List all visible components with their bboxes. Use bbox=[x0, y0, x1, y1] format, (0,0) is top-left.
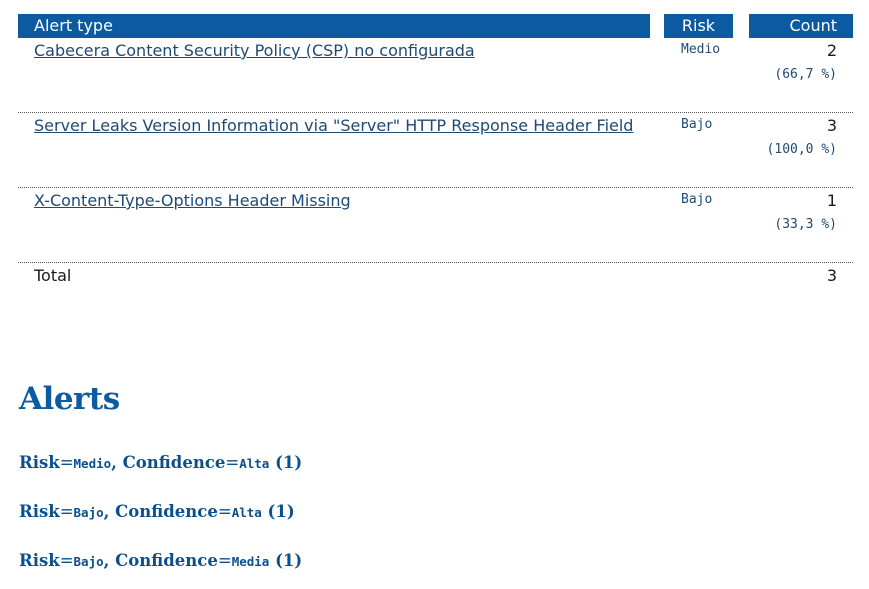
risk-level: Medio bbox=[73, 456, 112, 471]
confidence-label: Confidence bbox=[122, 453, 226, 472]
count-value: 2 bbox=[826, 41, 837, 60]
percent-value: (33,3 %) bbox=[774, 217, 837, 232]
separator: , bbox=[103, 551, 116, 570]
alert-link[interactable]: Cabecera Content Security Policy (CSP) n… bbox=[34, 41, 475, 60]
total-row: Total 3 bbox=[18, 263, 853, 289]
equals-sign: = bbox=[217, 502, 232, 521]
equals-sign: = bbox=[59, 502, 74, 521]
risk-label: Risk bbox=[19, 551, 60, 570]
total-label: Total bbox=[34, 266, 72, 285]
confidence-level: Alta bbox=[239, 456, 270, 471]
table-row: Cabecera Content Security Policy (CSP) n… bbox=[18, 38, 853, 113]
table-row: Server Leaks Version Information via "Se… bbox=[18, 113, 853, 188]
risk-value: Medio bbox=[681, 42, 721, 57]
alert-link[interactable]: X-Content-Type-Options Header Missing bbox=[34, 191, 351, 210]
risk-group-heading[interactable]: Risk=Bajo, Confidence=Media (1) bbox=[19, 551, 302, 570]
equals-sign: = bbox=[59, 551, 74, 570]
confidence-level: Alta bbox=[231, 505, 262, 520]
group-count: (1) bbox=[261, 502, 295, 521]
alert-link[interactable]: Server Leaks Version Information via "Se… bbox=[34, 116, 633, 135]
risk-level: Bajo bbox=[73, 505, 104, 520]
risk-group-heading[interactable]: Risk=Bajo, Confidence=Alta (1) bbox=[19, 502, 295, 521]
risk-level: Bajo bbox=[73, 554, 104, 569]
risk-value: Bajo bbox=[681, 117, 713, 132]
total-count: 3 bbox=[826, 266, 837, 285]
equals-sign: = bbox=[217, 551, 232, 570]
column-header-alert-type: Alert type bbox=[18, 14, 650, 38]
equals-sign: = bbox=[225, 453, 240, 472]
risk-label: Risk bbox=[19, 502, 60, 521]
column-header-count: Count bbox=[749, 14, 853, 38]
percent-value: (100,0 %) bbox=[766, 142, 837, 157]
table-header: Alert type Risk Count bbox=[18, 14, 853, 38]
separator: , bbox=[103, 502, 116, 521]
count-value: 1 bbox=[826, 191, 837, 210]
alert-summary-table: Alert type Risk Count Cabecera Content S… bbox=[18, 14, 853, 289]
confidence-label: Confidence bbox=[115, 502, 218, 521]
separator: , bbox=[111, 453, 123, 472]
risk-value: Bajo bbox=[681, 192, 713, 207]
group-count: (1) bbox=[269, 551, 303, 570]
confidence-level: Media bbox=[231, 554, 270, 569]
percent-value: (66,7 %) bbox=[774, 67, 837, 82]
column-header-risk: Risk bbox=[664, 14, 733, 38]
alerts-heading: Alerts bbox=[19, 381, 120, 417]
group-count: (1) bbox=[269, 453, 303, 472]
confidence-label: Confidence bbox=[115, 551, 218, 570]
risk-group-heading[interactable]: Risk=Medio, Confidence=Alta (1) bbox=[19, 453, 302, 472]
table-row: X-Content-Type-Options Header Missing Ba… bbox=[18, 188, 853, 263]
equals-sign: = bbox=[59, 453, 74, 472]
risk-label: Risk bbox=[19, 453, 60, 472]
count-value: 3 bbox=[826, 116, 837, 135]
